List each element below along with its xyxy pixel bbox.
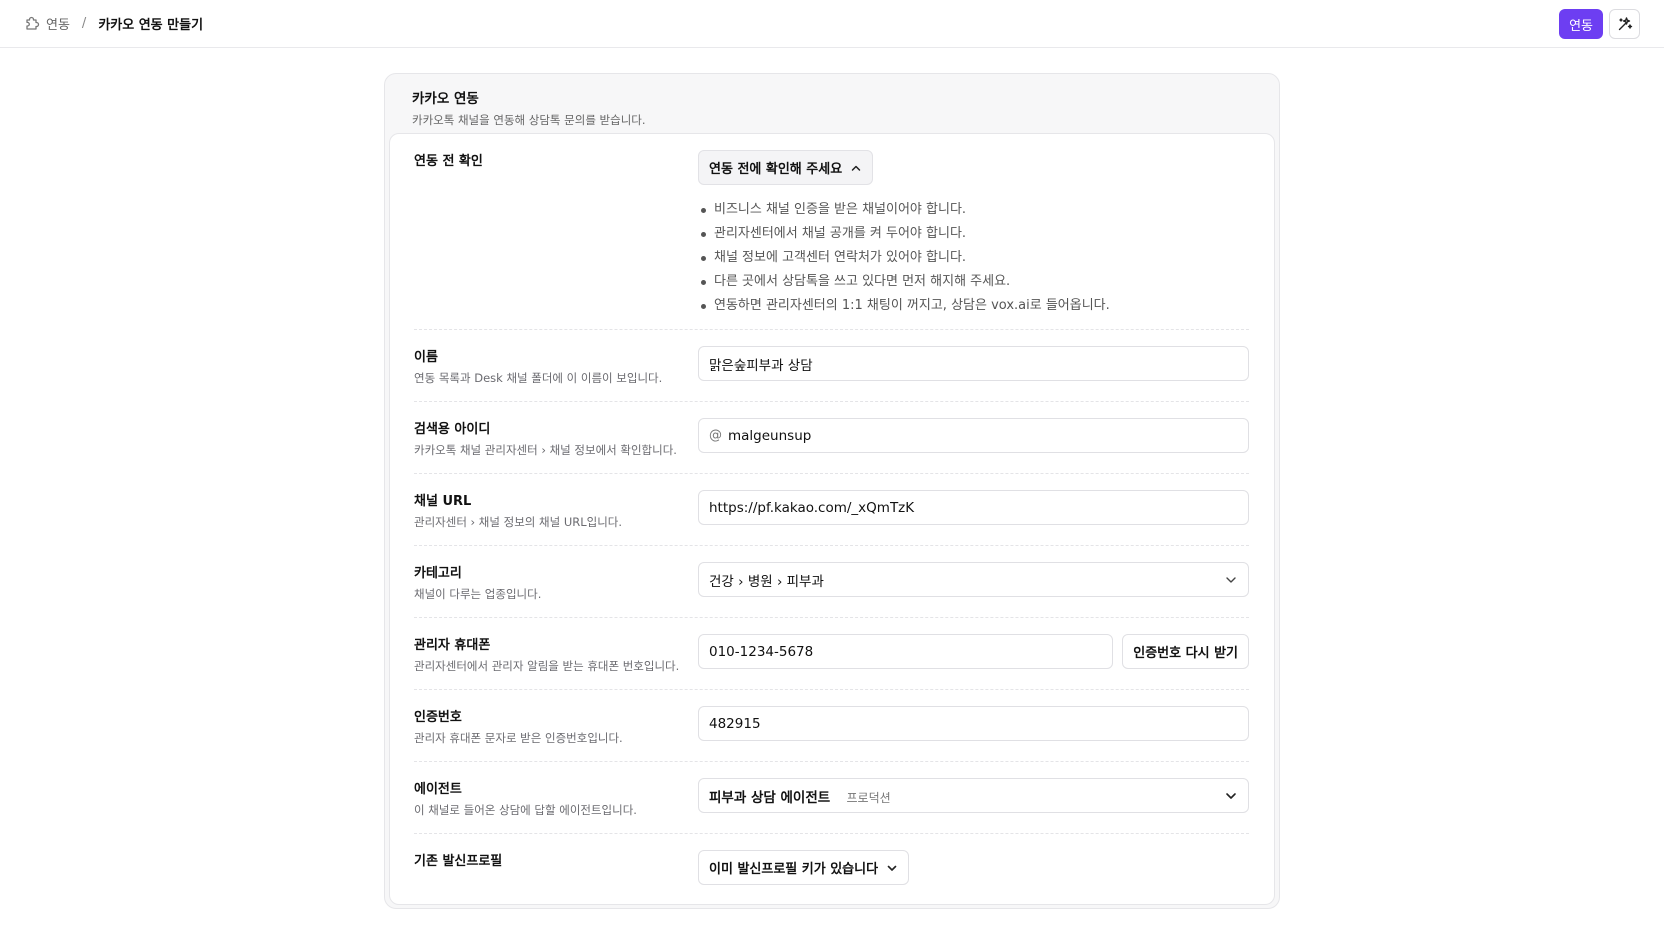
precheck-list: 비즈니스 채널 인증을 받은 채널이어야 합니다. 관리자센터에서 채널 공개를… (698, 198, 1249, 318)
auth-code-input-value[interactable]: 482915 (709, 716, 761, 732)
breadcrumb-current: 카카오 연동 만들기 (98, 18, 204, 33)
admin-phone-hint: 관리자센터에서 관리자 알림을 받는 휴대폰 번호입니다. (414, 659, 680, 673)
search-id-hint: 카카오톡 채널 관리자센터 › 채널 정보에서 확인합니다. (414, 443, 677, 457)
agent-select-value[interactable]: 피부과 상담 에이전트 (709, 790, 830, 806)
name-hint: 연동 목록과 Desk 채널 폴더에 이 이름이 보입니다. (414, 371, 663, 385)
agent-label: 에이전트 (414, 782, 462, 797)
agent-hint: 이 채널로 들어온 상담에 답할 에이전트입니다. (414, 803, 637, 817)
sender-profile-label: 기존 발신프로필 (414, 854, 503, 869)
auth-code-row: 인증번호 관리자 휴대폰 문자로 받은 인증번호입니다. 482915 (414, 690, 1249, 762)
chevron-down-icon (887, 865, 897, 871)
card-subtitle: 카카오톡 채널을 연동해 상담톡 문의를 받습니다. (412, 113, 646, 127)
channel-url-hint: 관리자센터 › 채널 정보의 채널 URL입니다. (414, 515, 623, 529)
name-row: 이름 연동 목록과 Desk 채널 폴더에 이 이름이 보입니다. 맑은숲피부과… (414, 330, 1249, 402)
channel-url-row: 채널 URL 관리자센터 › 채널 정보의 채널 URL입니다. https:/… (414, 474, 1249, 546)
connect-button[interactable]: 연동 (1559, 9, 1603, 39)
breadcrumb-separator: / (81, 16, 87, 31)
chevron-down-icon (1226, 792, 1236, 799)
card-header: 카카오 연동 카카오톡 채널을 연동해 상담톡 문의를 받습니다. (385, 74, 1279, 134)
breadcrumb: 연동 / 카카오 연동 만들기 (24, 14, 203, 33)
auth-code-input[interactable]: 482915 (698, 706, 1249, 741)
sender-profile-row: 기존 발신프로필 이미 발신프로필 키가 있습니다 (414, 834, 1249, 906)
list-item: 연동하면 관리자센터의 1:1 채팅이 꺼지고, 상담은 vox.ai로 들어옵… (698, 294, 1249, 318)
search-id-input[interactable]: @ malgeunsup (698, 418, 1249, 453)
list-item: 다른 곳에서 상담톡을 쓰고 있다면 먼저 해지해 주세요. (698, 270, 1249, 294)
chevron-up-icon (851, 165, 861, 171)
search-id-row: 검색용 아이디 카카오톡 채널 관리자센터 › 채널 정보에서 확인합니다. @… (414, 402, 1249, 474)
category-hint: 채널이 다루는 업종입니다. (414, 587, 542, 601)
category-row: 카테고리 채널이 다루는 업종입니다. 건강 › 병원 › 피부과 (414, 546, 1249, 618)
channel-url-input[interactable]: https://pf.kakao.com/_xQmTzK (698, 490, 1249, 525)
list-item: 비즈니스 채널 인증을 받은 채널이어야 합니다. (698, 198, 1249, 222)
ai-assist-button[interactable] (1609, 9, 1640, 39)
magic-wand-icon (1618, 17, 1632, 31)
name-input[interactable]: 맑은숲피부과 상담 (698, 346, 1249, 381)
precheck-toggle-button[interactable]: 연동 전에 확인해 주세요 (698, 150, 874, 185)
agent-env-tag: 프로덕션 (846, 790, 891, 805)
admin-phone-row: 관리자 휴대폰 관리자센터에서 관리자 알림을 받는 휴대폰 번호입니다. 01… (414, 618, 1249, 690)
list-item: 채널 정보에 고객센터 연락처가 있어야 합니다. (698, 246, 1249, 270)
breadcrumb-parent-label[interactable]: 연동 (46, 14, 70, 33)
category-select-value[interactable]: 건강 › 병원 › 피부과 (709, 570, 824, 590)
agent-select[interactable]: 피부과 상담 에이전트 프로덕션 (698, 778, 1249, 813)
at-prefix: @ (709, 428, 722, 443)
kakao-integration-card: 카카오 연동 카카오톡 채널을 연동해 상담톡 문의를 받습니다. 연동 전 확… (384, 73, 1280, 909)
form-body: 연동 전 확인 연동 전에 확인해 주세요 비즈니스 채널 인증을 받은 채널이… (389, 133, 1275, 905)
breadcrumb-parent-link[interactable]: 연동 (24, 14, 70, 33)
admin-phone-input[interactable]: 010-1234-5678 (698, 634, 1114, 669)
top-bar: 연동 / 카카오 연동 만들기 연동 (0, 0, 1664, 48)
auth-code-hint: 관리자 휴대폰 문자로 받은 인증번호입니다. (414, 731, 623, 745)
precheck-label: 연동 전 확인 (414, 154, 483, 169)
name-input-value[interactable]: 맑은숲피부과 상담 (709, 354, 813, 374)
category-select[interactable]: 건강 › 병원 › 피부과 (698, 562, 1249, 597)
auth-code-label: 인증번호 (414, 710, 462, 725)
chevron-down-icon (1226, 576, 1236, 583)
search-id-input-value[interactable]: malgeunsup (728, 428, 811, 444)
admin-phone-input-value[interactable]: 010-1234-5678 (709, 644, 813, 660)
agent-row: 에이전트 이 채널로 들어온 상담에 답할 에이전트입니다. 피부과 상담 에이… (414, 762, 1249, 834)
integration-icon (26, 16, 40, 30)
category-label: 카테고리 (414, 566, 462, 581)
sender-profile-dropdown[interactable]: 이미 발신프로필 키가 있습니다 (698, 850, 910, 885)
admin-phone-label: 관리자 휴대폰 (414, 638, 491, 653)
resend-code-button[interactable]: 인증번호 다시 받기 (1122, 634, 1249, 669)
list-item: 관리자센터에서 채널 공개를 켜 두어야 합니다. (698, 222, 1249, 246)
top-actions: 연동 (1559, 9, 1640, 39)
sender-profile-value[interactable]: 이미 발신프로필 키가 있습니다 (709, 858, 878, 877)
precheck-toggle-label[interactable]: 연동 전에 확인해 주세요 (709, 158, 842, 177)
name-label: 이름 (414, 350, 438, 365)
channel-url-label: 채널 URL (414, 494, 472, 509)
channel-url-input-value[interactable]: https://pf.kakao.com/_xQmTzK (709, 500, 914, 516)
precheck-row: 연동 전 확인 연동 전에 확인해 주세요 비즈니스 채널 인증을 받은 채널이… (414, 134, 1249, 330)
card-title: 카카오 연동 (412, 91, 479, 107)
search-id-label: 검색용 아이디 (414, 422, 491, 437)
